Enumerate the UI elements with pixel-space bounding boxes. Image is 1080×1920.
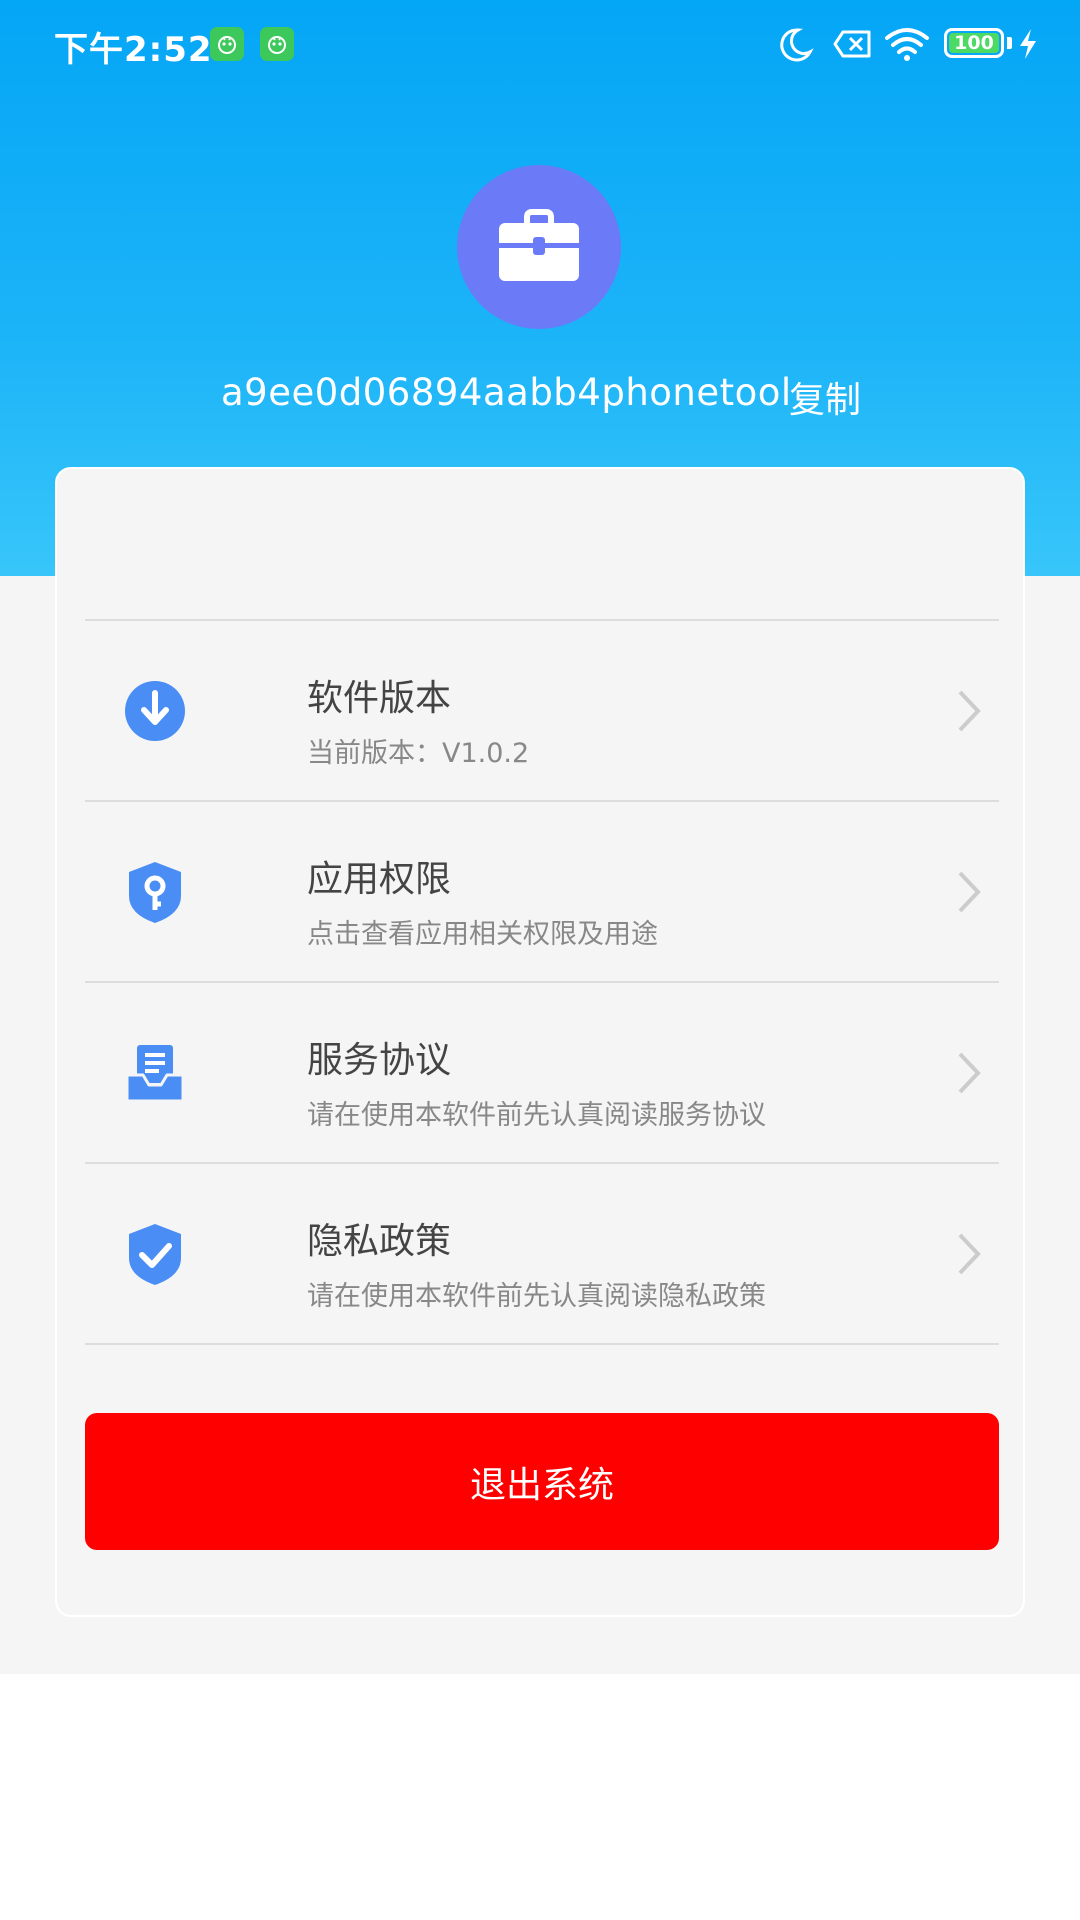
status-time: 下午2:52: [54, 30, 213, 70]
logout-button[interactable]: 退出系统: [85, 1413, 999, 1550]
battery-cap: [1007, 37, 1012, 49]
menu-item-title: 应用权限: [307, 859, 452, 900]
menu-item-subtitle: 请在使用本软件前先认真阅读服务协议: [307, 1100, 766, 1131]
wifi-icon: [885, 28, 929, 61]
status-bar: 下午2:52 100: [0, 0, 1080, 88]
moon-icon: [780, 28, 814, 62]
shield-key-icon: [129, 862, 181, 923]
chevron-right-icon: [958, 871, 981, 913]
app-notification-icon: [210, 27, 244, 61]
settings-card: 软件版本 当前版本：V1.0.2 应用权限 点击查看应用相关权限及用途 服务协议…: [55, 467, 1025, 1617]
menu-item-title: 服务协议: [307, 1040, 452, 1081]
briefcase-icon: [499, 209, 579, 281]
copy-button[interactable]: 复制: [789, 371, 861, 423]
charging-icon: [1020, 29, 1036, 59]
shield-check-icon: [129, 1224, 181, 1285]
download-icon: [125, 681, 185, 741]
sim-error-icon: [833, 30, 871, 58]
battery-level: 100: [949, 32, 999, 54]
menu-item-privacy-policy[interactable]: 隐私政策 请在使用本软件前先认真阅读隐私政策: [85, 1164, 999, 1345]
device-id: a9ee0d06894aabb4phonetool: [221, 371, 792, 414]
menu-item-subtitle: 请在使用本软件前先认真阅读隐私政策: [307, 1281, 766, 1312]
menu-item-title: 隐私政策: [307, 1221, 452, 1262]
menu-item-subtitle: 当前版本：V1.0.2: [307, 738, 530, 769]
document-tray-icon: [125, 1045, 185, 1103]
menu-item-service-agreement[interactable]: 服务协议 请在使用本软件前先认真阅读服务协议: [85, 983, 999, 1164]
avatar: [457, 165, 621, 329]
menu-item-software-version[interactable]: 软件版本 当前版本：V1.0.2: [85, 621, 999, 802]
menu-item-app-permissions[interactable]: 应用权限 点击查看应用相关权限及用途: [85, 802, 999, 983]
battery-icon: 100: [944, 28, 1004, 58]
chevron-right-icon: [958, 1052, 981, 1094]
menu-list: 软件版本 当前版本：V1.0.2 应用权限 点击查看应用相关权限及用途 服务协议…: [85, 619, 999, 1345]
app-notification-icon: [260, 27, 294, 61]
chevron-right-icon: [958, 690, 981, 732]
menu-item-title: 软件版本: [307, 678, 452, 719]
chevron-right-icon: [958, 1233, 981, 1275]
menu-item-subtitle: 点击查看应用相关权限及用途: [307, 919, 658, 950]
